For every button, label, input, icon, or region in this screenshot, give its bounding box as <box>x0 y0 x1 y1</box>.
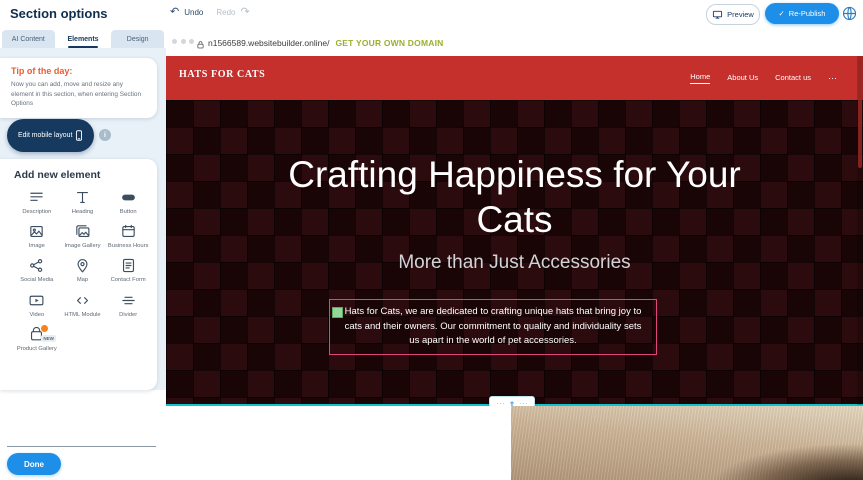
element-tile-image[interactable]: Image <box>14 223 60 250</box>
text-lines-icon <box>28 189 45 206</box>
redo-button[interactable]: Redo <box>216 8 235 17</box>
preview-label: Preview <box>727 10 754 19</box>
nav-home[interactable]: Home <box>690 72 710 84</box>
nav-contact-us[interactable]: Contact us <box>775 73 811 84</box>
tip-of-the-day-card: Tip of the day: Now you can add, move an… <box>0 58 157 118</box>
element-tile-image-gallery[interactable]: Image Gallery <box>60 223 106 250</box>
nav-more-icon[interactable]: ⋯ <box>828 73 837 84</box>
tab-elements[interactable]: Elements <box>57 30 110 48</box>
element-grid: Description Heading Button Image Image G… <box>14 189 151 353</box>
monitor-icon <box>712 9 723 20</box>
element-tile-button[interactable]: Button <box>105 189 151 216</box>
element-tile-divider[interactable]: Divider <box>105 292 151 319</box>
info-icon[interactable]: i <box>99 129 111 141</box>
site-logo[interactable]: HATS FOR CATS <box>179 69 265 80</box>
republish-label: Re-Publish <box>789 9 826 18</box>
check-icon: ✓ <box>779 9 785 18</box>
element-tile-contact-form[interactable]: Contact Form <box>105 257 151 284</box>
hero-title[interactable]: Crafting Happiness for Your Cats <box>285 152 745 242</box>
element-tile-social-media[interactable]: Social Media <box>14 257 60 284</box>
contact-form-icon <box>120 257 137 274</box>
heading-icon <box>74 189 91 206</box>
undo-button[interactable]: Undo <box>184 8 203 17</box>
business-hours-icon <box>120 223 137 240</box>
hero-paragraph: Hats for Cats, we are dedicated to craft… <box>330 300 656 354</box>
image-icon <box>28 223 45 240</box>
done-button[interactable]: Done <box>7 453 61 475</box>
builder-topbar: Section options ↶ Undo Redo ↷ Preview ✓ … <box>0 0 863 28</box>
edit-mobile-layout-button[interactable]: Edit mobile layout <box>7 119 94 152</box>
add-element-title: Add new element <box>14 169 151 181</box>
url-bar: n1566589.websitebuilder.online/GET YOUR … <box>208 38 443 48</box>
add-element-card: Add new element Description Heading Butt… <box>0 159 157 390</box>
republish-button[interactable]: ✓ Re-Publish <box>765 3 839 24</box>
undo-icon[interactable]: ↶ <box>170 7 179 18</box>
site-nav: Home About Us Contact us ⋯ <box>690 56 837 100</box>
hero-section[interactable]: Crafting Happiness for Your Cats More th… <box>166 100 863 404</box>
button-icon <box>120 189 137 206</box>
element-tile-business-hours[interactable]: Business Hours <box>105 223 151 250</box>
phone-icon <box>73 128 85 143</box>
scrollbar-thumb[interactable] <box>858 58 862 168</box>
hero-subtitle[interactable]: More than Just Accessories <box>166 252 863 274</box>
window-dots-icon <box>172 39 194 44</box>
edit-mobile-label: Edit mobile layout <box>18 132 72 139</box>
divider-icon <box>120 292 137 309</box>
new-badge: NEW <box>41 335 56 342</box>
site-preview-canvas: HATS FOR CATS Home About Us Contact us ⋯… <box>166 56 863 480</box>
social-share-icon <box>28 257 45 274</box>
map-pin-icon <box>74 257 91 274</box>
element-tile-map[interactable]: Map <box>60 257 106 284</box>
nav-about-us[interactable]: About Us <box>727 73 758 84</box>
notification-dot <box>40 324 49 333</box>
element-tile-html-module[interactable]: HTML Module <box>60 292 106 319</box>
element-tile-product-gallery[interactable]: NEW Product Gallery <box>14 326 60 353</box>
history-controls: ↶ Undo Redo ↷ <box>170 7 250 18</box>
preview-button[interactable]: Preview <box>706 4 760 25</box>
lock-icon <box>196 37 205 55</box>
video-icon <box>28 292 45 309</box>
next-section[interactable] <box>166 406 863 480</box>
site-url: n1566589.websitebuilder.online/ <box>208 38 329 48</box>
sidebar: Tip of the day: Now you can add, move an… <box>0 48 166 480</box>
cat-rug-photo[interactable] <box>511 406 863 480</box>
site-header[interactable]: HATS FOR CATS Home About Us Contact us ⋯ <box>166 56 863 100</box>
get-own-domain-link[interactable]: GET YOUR OWN DOMAIN <box>335 38 443 48</box>
sidebar-divider <box>7 446 156 447</box>
hero-paragraph-box[interactable]: Hats for Cats, we are dedicated to craft… <box>329 299 657 355</box>
selection-handle[interactable] <box>332 307 343 318</box>
tab-design[interactable]: Design <box>111 30 164 48</box>
image-gallery-icon <box>74 223 91 240</box>
tip-title: Tip of the day: <box>11 66 147 76</box>
element-tile-description[interactable]: Description <box>14 189 60 216</box>
element-tile-heading[interactable]: Heading <box>60 189 106 216</box>
code-icon <box>74 292 91 309</box>
page-title: Section options <box>10 6 108 21</box>
element-tile-video[interactable]: Video <box>14 292 60 319</box>
language-globe-icon[interactable] <box>841 5 858 27</box>
redo-icon: ↷ <box>240 7 249 18</box>
tab-ai-content[interactable]: AI Content <box>2 30 55 48</box>
panel-tabs: AI Content Elements Design <box>0 28 166 48</box>
app-window: Section options ↶ Undo Redo ↷ Preview ✓ … <box>0 0 863 480</box>
tip-body: Now you can add, move and resize any ele… <box>11 80 147 109</box>
browser-bar: n1566589.websitebuilder.online/GET YOUR … <box>166 28 863 56</box>
